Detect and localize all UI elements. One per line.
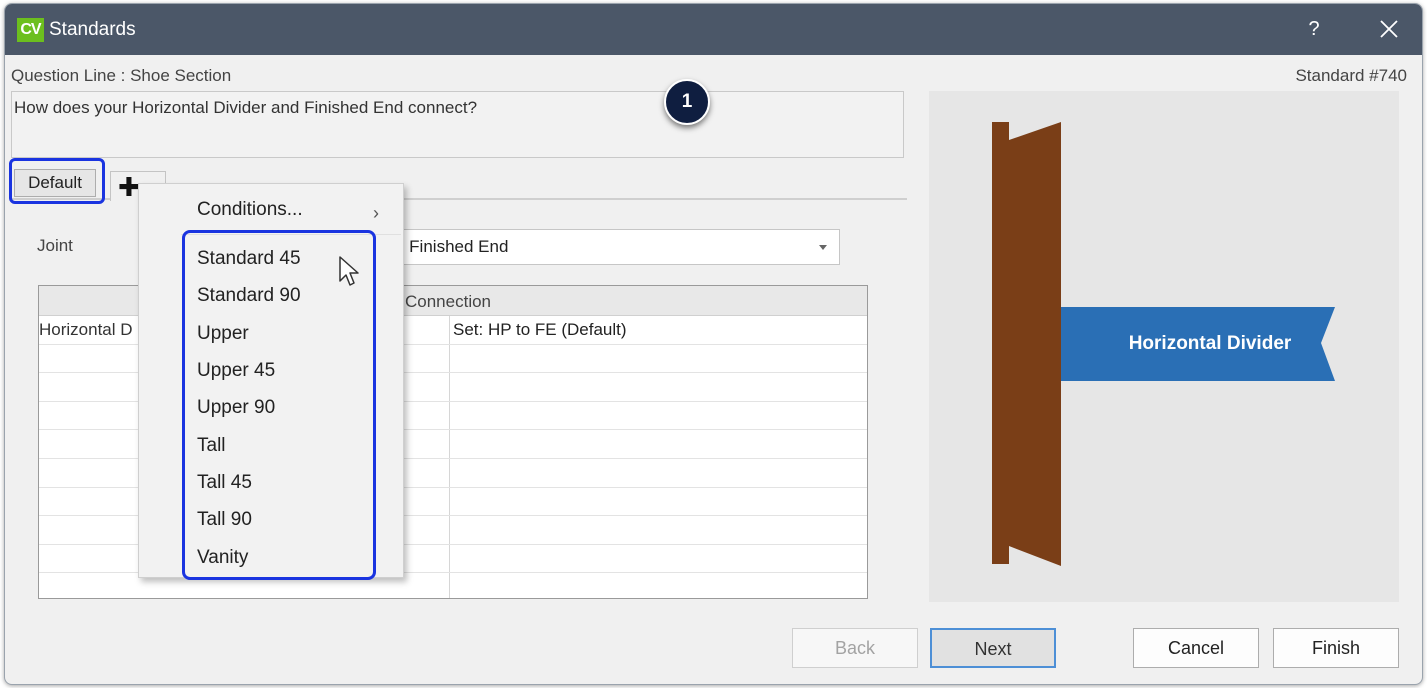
cancel-button[interactable]: Cancel (1133, 628, 1259, 668)
joint-diagram: Horizontal Divider (992, 122, 1335, 566)
question-line-label: Question Line : Shoe Section (11, 66, 232, 85)
step-badge: 1 (664, 79, 710, 125)
divider-label: Horizontal Divider (1129, 333, 1292, 354)
tab-default-highlight (9, 158, 105, 204)
chevron-right-icon: › (373, 203, 379, 223)
joint-label: Joint (37, 236, 73, 255)
joint-select[interactable]: o Finished End (388, 229, 840, 265)
joint-select-value: o Finished End (395, 237, 509, 256)
mouse-cursor-icon (339, 256, 359, 286)
title-bar: CV Standards ? (5, 4, 1422, 55)
close-button[interactable] (1371, 12, 1407, 46)
window-title: Standards (49, 19, 136, 40)
plus-icon[interactable]: ✚ (118, 174, 140, 200)
cell-connection: Set: HP to FE (Default) (453, 320, 627, 339)
joint-preview: Horizontal Divider (929, 91, 1399, 602)
cell-part: Horizontal D (39, 320, 133, 339)
back-button[interactable]: Back (792, 628, 918, 668)
menu-item-conditions[interactable]: Conditions... (197, 199, 303, 221)
standard-number: Standard #740 (1295, 66, 1407, 85)
finish-button[interactable]: Finish (1273, 628, 1399, 668)
finished-end-panel (992, 122, 1061, 566)
help-button[interactable]: ? (1297, 12, 1331, 46)
next-button[interactable]: Next (930, 628, 1056, 668)
grid-header-connection: Connection (405, 292, 492, 311)
app-logo-icon: CV (17, 18, 44, 42)
chevron-down-icon[interactable] (819, 245, 827, 250)
question-text: How does your Horizontal Divider and Fin… (11, 91, 904, 158)
close-icon (1380, 20, 1398, 38)
